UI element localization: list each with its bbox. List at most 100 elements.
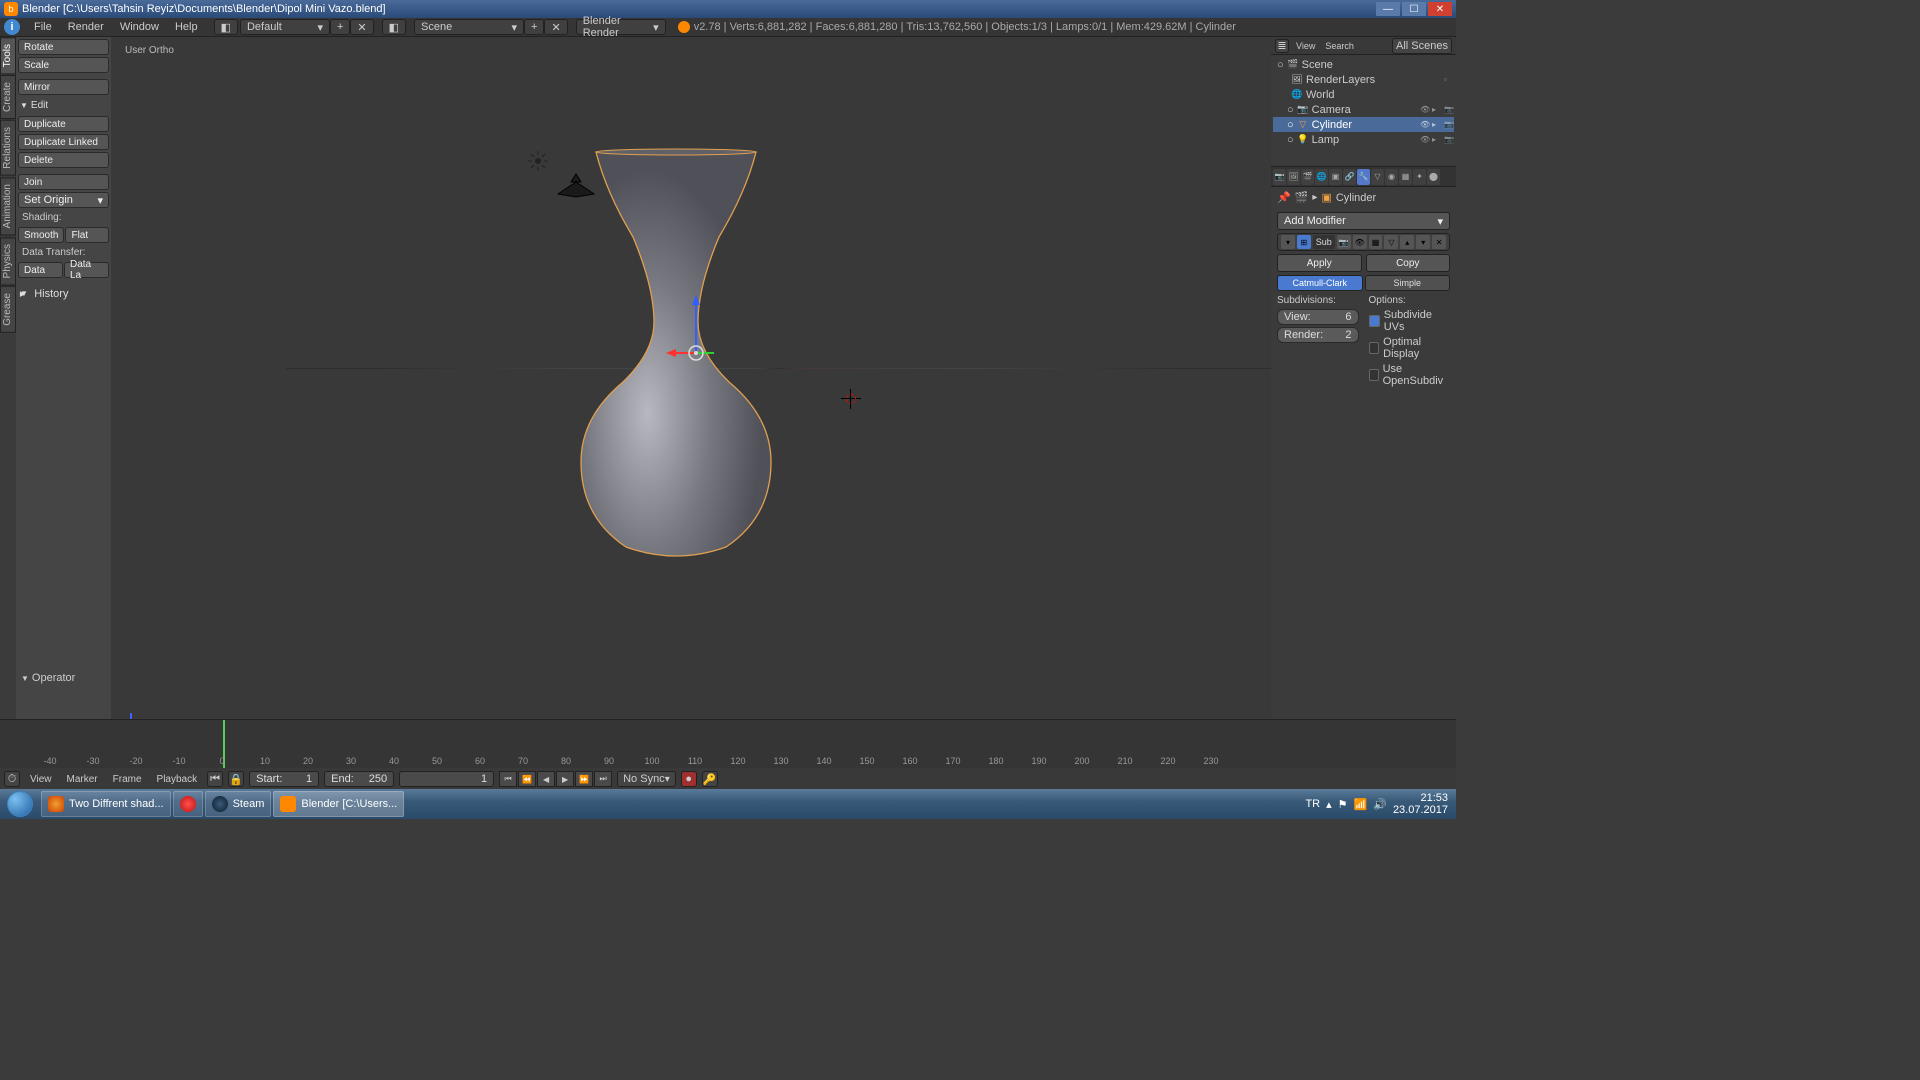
- rotate-button[interactable]: Rotate: [18, 39, 109, 55]
- current-frame-field[interactable]: 1: [399, 771, 494, 787]
- task-firefox[interactable]: Two Diffrent shad...: [41, 791, 171, 817]
- tab-data-icon[interactable]: ▽: [1371, 169, 1384, 185]
- jump-end-button[interactable]: ⏭: [594, 771, 612, 787]
- info-icon[interactable]: i: [4, 19, 20, 35]
- render-engine-select[interactable]: Blender Render▾: [576, 19, 666, 35]
- outliner-display-select[interactable]: All Scenes: [1392, 38, 1452, 54]
- jump-start-button[interactable]: ⏮: [499, 771, 517, 787]
- start-button[interactable]: [0, 789, 40, 819]
- shade-smooth-button[interactable]: Smooth: [18, 227, 64, 243]
- timeline-track[interactable]: -40-30-20-100102030405060708090100110120…: [0, 720, 1456, 768]
- tree-lamp[interactable]: ○💡Lamp👁▸📷: [1273, 132, 1454, 147]
- outliner-search-menu[interactable]: Search: [1322, 38, 1357, 54]
- maximize-button[interactable]: ☐: [1402, 2, 1426, 16]
- mod-display-toggle[interactable]: 👁: [1353, 235, 1367, 249]
- mod-delete[interactable]: ✕: [1432, 235, 1446, 249]
- pin-icon[interactable]: 📌: [1277, 191, 1291, 204]
- minimize-button[interactable]: —: [1376, 2, 1400, 16]
- tl-frame-menu[interactable]: Frame: [108, 771, 147, 787]
- tab-tools[interactable]: Tools: [0, 37, 16, 74]
- tab-grease-pencil[interactable]: Grease: [0, 286, 16, 333]
- scene-browse-button[interactable]: ◧: [382, 19, 406, 35]
- mod-cage-toggle[interactable]: ▽: [1384, 235, 1398, 249]
- tl-view-menu[interactable]: View: [25, 771, 57, 787]
- tab-constraints-icon[interactable]: 🔗: [1343, 169, 1356, 185]
- tab-render-icon[interactable]: 📷: [1273, 169, 1286, 185]
- data-button[interactable]: Data: [18, 262, 63, 278]
- screen-layout-select[interactable]: Default▾: [240, 19, 330, 35]
- catmull-clark-button[interactable]: Catmull-Clark: [1277, 275, 1363, 291]
- optimal-display-checkbox[interactable]: Optimal Display: [1369, 336, 1451, 360]
- play-reverse-button[interactable]: ◀: [537, 771, 555, 787]
- tree-renderlayers[interactable]: 🖼RenderLayers▫: [1273, 72, 1454, 87]
- menu-file[interactable]: File: [26, 21, 60, 33]
- outliner-view-menu[interactable]: View: [1293, 38, 1318, 54]
- tab-physics[interactable]: Physics: [0, 237, 16, 285]
- add-modifier-button[interactable]: Add Modifier▾: [1277, 212, 1450, 230]
- mirror-button[interactable]: Mirror: [18, 79, 109, 95]
- duplicate-linked-button[interactable]: Duplicate Linked: [18, 134, 109, 150]
- keying-set-button[interactable]: 🔑: [702, 771, 718, 787]
- edit-section-header[interactable]: Edit: [18, 97, 109, 114]
- task-blender[interactable]: Blender [C:\Users...: [273, 791, 404, 817]
- tab-object-icon[interactable]: ▣: [1329, 169, 1342, 185]
- language-indicator[interactable]: TR: [1305, 798, 1320, 810]
- history-section-header[interactable]: ▸ History: [18, 284, 109, 303]
- menu-help[interactable]: Help: [167, 21, 206, 33]
- 3d-cursor[interactable]: [841, 389, 861, 409]
- delete-button[interactable]: Delete: [18, 152, 109, 168]
- task-steam[interactable]: Steam: [205, 791, 272, 817]
- tree-world[interactable]: 🌐World: [1273, 87, 1454, 102]
- tab-modifiers-icon[interactable]: 🔧: [1357, 169, 1370, 185]
- tree-cylinder[interactable]: ○▽Cylinder👁▸📷: [1273, 117, 1454, 132]
- close-button[interactable]: ✕: [1428, 2, 1452, 16]
- operator-panel-header[interactable]: Operator: [18, 669, 109, 687]
- copy-modifier-button[interactable]: Copy: [1366, 254, 1451, 272]
- tab-world-icon[interactable]: 🌐: [1315, 169, 1328, 185]
- view-subdivisions-field[interactable]: View:6: [1277, 309, 1359, 325]
- tab-material-icon[interactable]: ◉: [1385, 169, 1398, 185]
- join-button[interactable]: Join: [18, 174, 109, 190]
- render-subdivisions-field[interactable]: Render:2: [1277, 327, 1359, 343]
- add-scene-button[interactable]: +: [524, 19, 544, 35]
- modifier-expand-icon[interactable]: ▾: [1281, 235, 1295, 249]
- menu-render[interactable]: Render: [60, 21, 112, 33]
- tab-create[interactable]: Create: [0, 75, 16, 119]
- menu-window[interactable]: Window: [112, 21, 167, 33]
- clock[interactable]: 21:5323.07.2017: [1393, 792, 1448, 816]
- timeline-editor-icon[interactable]: ⏱: [4, 771, 20, 787]
- tl-playback-menu[interactable]: Playback: [152, 771, 203, 787]
- opensubdiv-checkbox[interactable]: Use OpenSubdiv: [1369, 363, 1451, 387]
- add-layout-button[interactable]: +: [330, 19, 350, 35]
- data-layout-button[interactable]: Data La: [64, 262, 109, 278]
- mod-move-down[interactable]: ▾: [1416, 235, 1430, 249]
- play-button[interactable]: ▶: [556, 771, 574, 787]
- scene-select[interactable]: Scene▾: [414, 19, 524, 35]
- end-frame-field[interactable]: End:250: [324, 771, 394, 787]
- network-icon[interactable]: 📶: [1354, 798, 1368, 811]
- next-keyframe-button[interactable]: ⏩: [575, 771, 593, 787]
- 3d-viewport[interactable]: User Ortho: [111, 37, 1271, 789]
- tab-texture-icon[interactable]: ▦: [1399, 169, 1412, 185]
- tab-physics-icon[interactable]: ⬤: [1427, 169, 1440, 185]
- set-origin-button[interactable]: Set Origin▾: [18, 192, 109, 208]
- prev-keyframe-button[interactable]: ⏪: [518, 771, 536, 787]
- modifier-name-field[interactable]: Sub: [1313, 235, 1335, 249]
- tl-marker-menu[interactable]: Marker: [62, 771, 103, 787]
- tab-animation[interactable]: Animation: [0, 177, 16, 235]
- back-to-previous-button[interactable]: ◧: [214, 19, 238, 35]
- tab-relations[interactable]: Relations: [0, 120, 16, 176]
- outliner-editor-icon[interactable]: ≣: [1275, 39, 1289, 53]
- tab-scene-icon[interactable]: 🎬: [1301, 169, 1314, 185]
- auto-keyframe-toggle[interactable]: ●: [681, 771, 697, 787]
- tray-expand-icon[interactable]: ▴: [1326, 798, 1332, 811]
- scale-button[interactable]: Scale: [18, 57, 109, 73]
- tl-range-toggle[interactable]: ⏮: [207, 771, 223, 787]
- task-opera[interactable]: [173, 791, 203, 817]
- simple-button[interactable]: Simple: [1365, 275, 1451, 291]
- tab-renderlayers-icon[interactable]: 🖼: [1287, 169, 1300, 185]
- tree-scene[interactable]: ○🎬Scene: [1273, 57, 1454, 72]
- mod-render-toggle[interactable]: 📷: [1337, 235, 1351, 249]
- tl-follow-toggle[interactable]: 🔒: [228, 771, 244, 787]
- shade-flat-button[interactable]: Flat: [65, 227, 109, 243]
